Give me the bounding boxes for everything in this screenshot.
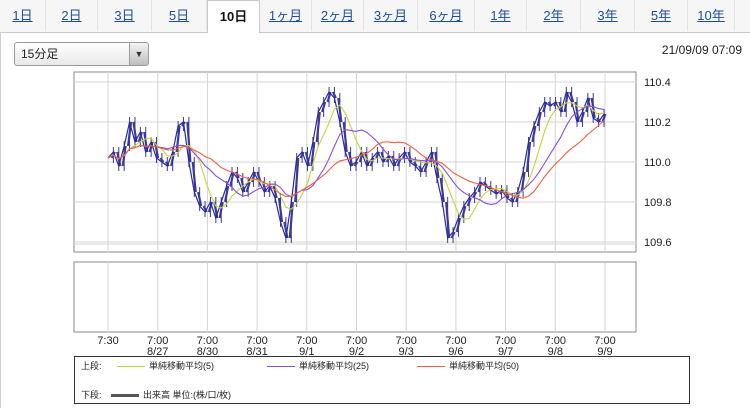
price-tick-label: 110.2 [644,117,671,129]
legend-lower-label: 下段: [81,390,102,400]
legend-ma-item-2: 単純移動平均(50) [417,359,519,372]
legend-upper-row: 上段: [81,359,102,373]
legend-volume-label: 出来高 単位:(株/口/枚) [143,390,231,400]
price-chart: 110.4110.2110.0109.8109.67:30 7:008/277:0… [73,71,672,358]
chart-legend: 上段: 単純移動平均(5) 単純移動平均(25) 単純移動平均(50) 下段: 出来… [74,356,690,404]
price-tick-label: 109.8 [644,197,672,209]
legend-ma-item-1: 単純移動平均(25) [267,359,369,372]
price-tick-label: 110.4 [644,77,671,89]
legend-volume-item: 出来高 単位:(株/口/枚) [111,388,231,402]
legend-volume-swatch [111,394,139,398]
legend-ma-swatch-1 [267,366,295,368]
legend-ma-label-2: 単純移動平均(50) [449,361,520,371]
legend-ma-item-0: 単純移動平均(5) [117,359,214,372]
legend-ma-swatch-2 [417,366,445,368]
legend-lower-row: 下段: 出来高 単位:(株/口/枚) [81,388,231,402]
legend-ma-swatch-0 [117,366,145,368]
legend-upper-label: 上段: [81,361,102,371]
legend-ma-label-1: 単純移動平均(25) [299,361,370,371]
price-tick-label: 109.6 [644,237,672,249]
volume-panel [73,261,637,333]
x-time-label: 7:30 [97,335,118,347]
price-tick-label: 110.0 [644,157,671,169]
legend-ma-label-0: 単純移動平均(5) [149,361,214,371]
